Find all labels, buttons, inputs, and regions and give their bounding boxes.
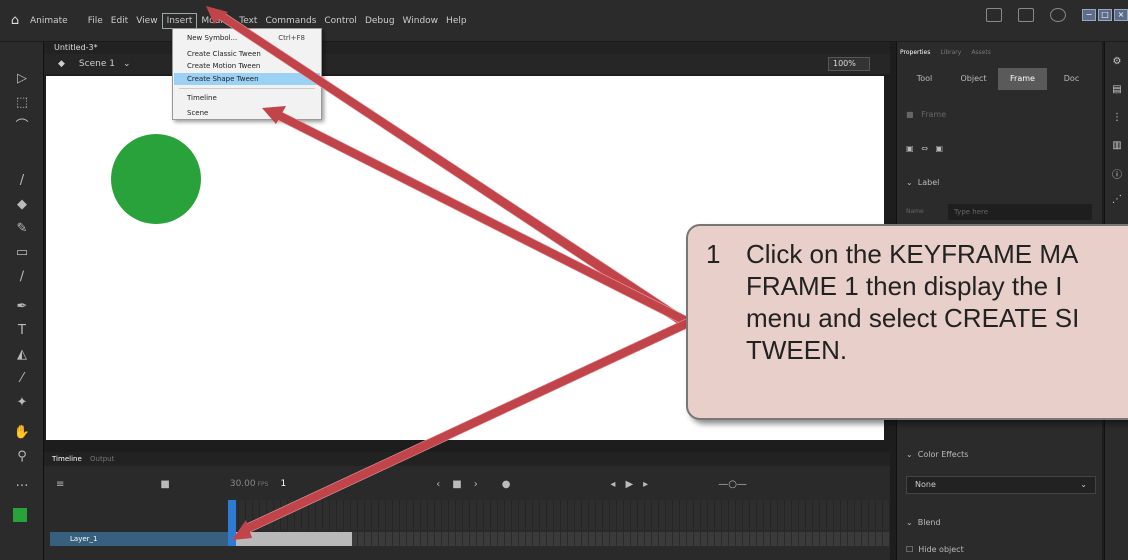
instruction-text: 1 Click on the KEYFRAME MA FRAME 1 then d…	[706, 238, 1128, 366]
step-number: 1	[706, 239, 721, 269]
line-2-a: FRAME 1	[746, 271, 859, 301]
instruction-line-3: menu and select CREATE SI	[706, 302, 1128, 334]
instruction-line-2: FRAME 1 then display the I	[706, 270, 1128, 302]
line-3-b: select CREATE SI	[868, 303, 1080, 333]
arrow-to-create-shape-tween	[262, 106, 691, 327]
line-1-b: KEYFRAME MA	[889, 239, 1079, 269]
arrow-to-insert-menu	[206, 6, 691, 329]
instruction-line-1: 1 Click on the KEYFRAME MA	[706, 238, 1128, 270]
arrow-to-keyframe	[232, 317, 693, 540]
instruction-line-4: TWEEN.	[746, 335, 848, 365]
line-2-b: then display the I	[865, 271, 1063, 301]
line-3-a: menu and	[746, 303, 862, 333]
line-1-a: Click on the	[746, 239, 882, 269]
